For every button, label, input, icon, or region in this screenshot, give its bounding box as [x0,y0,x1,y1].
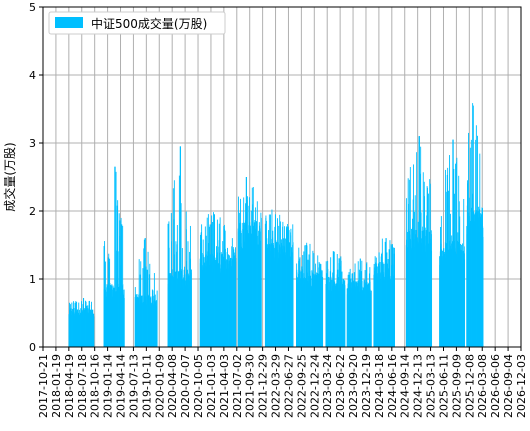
volume-bar [394,247,395,347]
x-tick-label: 2024-03-18 [373,354,386,418]
volume-bar [260,217,262,347]
y-axis-label: 成交量(万股) [2,142,17,211]
x-tick-label: 2018-07-18 [76,354,89,418]
x-tick-label: 2025-09-09 [450,354,463,418]
x-tick-label: 2018-04-19 [63,354,76,418]
x-tick-label: 2018-01-19 [50,354,63,418]
x-tick-label: 2023-09-20 [347,354,360,418]
x-tick-label: 2022-03-29 [270,354,283,418]
volume-bar [322,276,324,347]
volume-bar-chart: 012345 2017-10-21 2018-01-19 2018-04-19 201… [0,0,530,431]
volume-bar [235,258,237,347]
y-tick-label: 3 [29,137,36,150]
x-tick-label: 2021-04-03 [218,354,231,418]
x-tick-label: 2020-10-05 [192,354,205,418]
x-tick-label: 2023-06-22 [334,354,347,418]
x-tick-label: 2020-04-08 [166,354,179,418]
x-tick-label: 2022-09-25 [295,354,308,418]
x-tick-label: 2025-03-13 [425,354,438,418]
volume-bar [93,316,95,347]
volume-bar [344,285,346,347]
x-tick-label: 2022-12-24 [308,354,321,418]
y-tick-label: 4 [29,69,36,82]
x-tick-label: 2022-06-27 [282,354,295,418]
x-tick-label: 2020-07-07 [179,354,192,418]
volume-bar [370,290,372,347]
x-tick-label: 2025-12-08 [463,354,476,418]
x-tick-label: 2019-07-13 [127,354,140,418]
volume-bar [156,290,158,347]
x-tick-label: 2021-01-03 [205,354,218,418]
volume-bar [482,236,484,347]
legend-entry-label: 中证500成交量(万股) [91,16,207,31]
volume-bar [190,269,192,347]
x-tick-label: 2019-10-11 [140,354,153,418]
x-tick-label: 2020-01-09 [153,354,166,418]
x-tick-label: 2019-01-14 [102,354,115,418]
legend: 中证500成交量(万股) [48,11,226,35]
x-tick-label: 2021-07-02 [231,354,244,418]
volume-bar [431,250,433,347]
x-tick-label: 2024-09-14 [399,354,412,418]
x-tick-label: 2026-09-04 [502,354,515,418]
x-tick-label: 2023-12-19 [360,354,373,418]
x-tick-label: 2017-10-21 [37,354,50,418]
y-tick-label: 0 [29,341,36,354]
x-tick-label: 2023-03-24 [321,354,334,418]
y-tick-label: 2 [29,205,36,218]
x-tick-label: 2018-10-16 [89,354,102,418]
x-tick-label: 2021-12-29 [257,354,270,418]
volume-bar [464,259,466,347]
y-tick-label: 1 [29,273,36,286]
x-tick-label: 2024-12-13 [412,354,425,418]
x-tick-label: 2021-09-30 [244,354,257,418]
x-tick-label: 2026-12-03 [515,354,528,418]
x-axis-ticks: 2017-10-21 2018-01-19 2018-04-19 2018-07-18… [37,347,528,418]
legend-swatch [55,17,83,28]
x-tick-label: 2026-06-06 [489,354,502,418]
y-tick-label: 5 [29,1,36,14]
x-tick-label: 2026-03-08 [476,354,489,418]
volume-bar [123,298,125,347]
x-tick-label: 2025-06-11 [437,354,450,418]
x-tick-label: 2024-06-16 [386,354,399,418]
x-tick-label: 2019-04-14 [115,354,128,418]
volume-bar [292,242,294,347]
